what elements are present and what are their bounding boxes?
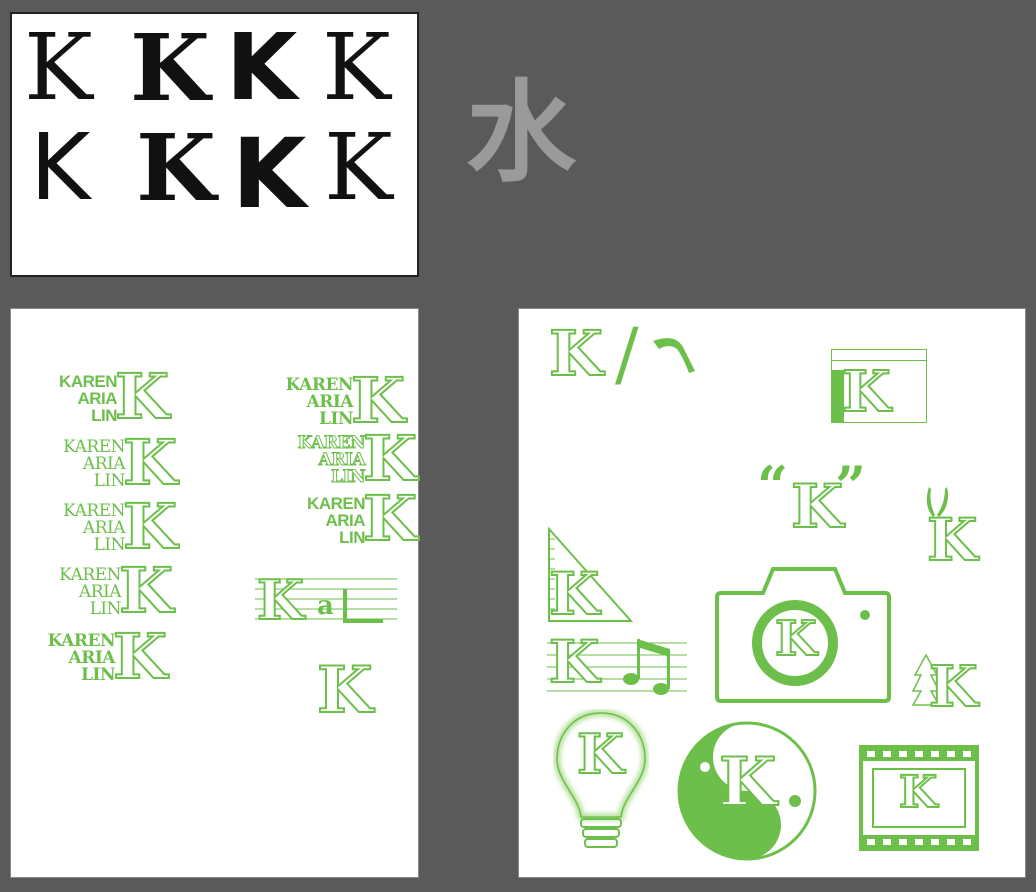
k-study-artboard: K K K K K K K K xyxy=(10,12,419,277)
name-line-lin: LIN xyxy=(89,599,122,619)
artboard-canvas: { "board_k": { "letters": ["K","K","K","… xyxy=(0,0,1036,892)
name-logo-4: KAREN ARIA LIN K xyxy=(39,554,174,627)
logo-k: K xyxy=(122,490,178,563)
lightbulb-k: K xyxy=(576,722,625,786)
k-variant-4: K xyxy=(322,14,391,121)
film-k: K xyxy=(898,767,938,818)
water-kanji: 水 xyxy=(466,69,576,197)
name-logo-1: KAREN ARIA LIN K xyxy=(39,360,170,433)
book-logo: K xyxy=(831,349,927,423)
camera-k: K xyxy=(774,611,818,667)
name-logo-2: KAREN ARIA LIN K xyxy=(39,426,178,499)
icon-logo-artboard: K / K “ K ” K K K K K K K K xyxy=(518,308,1026,878)
quote-close-icon: ” xyxy=(835,454,867,518)
kanji-stroke-icon xyxy=(653,338,695,373)
name-logo-8: KAREN ARIA LIN K xyxy=(289,482,418,555)
name-line-lin: LIN xyxy=(81,665,115,685)
logo-k: K xyxy=(350,364,406,437)
name-line-lin: LIN xyxy=(93,471,126,491)
name-line-lin: LIN xyxy=(91,406,117,425)
name-logo-artboard: KAREN ARIA LIN K KAREN ARIA LIN K KAREN … xyxy=(10,308,419,878)
name-logo-5: KAREN ARIA LIN K xyxy=(29,620,168,693)
name-line-aria: ARIA xyxy=(325,511,365,530)
k-slash-logo-slash: / xyxy=(615,313,639,395)
logo-k: K xyxy=(362,422,418,495)
k-variant-3: K xyxy=(226,14,298,121)
k-variant-8: K xyxy=(324,114,393,221)
name-line-karen: KAREN xyxy=(307,494,365,513)
logo-k: K xyxy=(362,482,418,555)
staff-logo: K a xyxy=(255,571,397,629)
set-square-k: K xyxy=(548,560,600,628)
name-logo-7: KAREN ARIA LIN K xyxy=(281,422,418,495)
k-variant-2: K xyxy=(130,14,210,122)
name-line-lin: LIN xyxy=(339,528,365,547)
logo-k: K xyxy=(112,620,168,693)
name-line-aria: ARIA xyxy=(77,389,117,408)
yin-yang-k: K xyxy=(718,743,777,821)
k-variant-7: K xyxy=(232,118,307,230)
logo-k: K xyxy=(114,360,170,433)
quote-open-icon: “ xyxy=(757,454,789,518)
book-logo-k: K xyxy=(841,359,892,425)
name-line-lin: LIN xyxy=(319,409,353,429)
name-line-lin: LIN xyxy=(93,535,126,555)
tree-k: K xyxy=(928,654,979,720)
single-k-logo: K xyxy=(316,653,374,728)
name-logo-6: KAREN ARIA LIN K xyxy=(279,364,406,437)
name-logo-3: KAREN ARIA LIN K xyxy=(39,490,178,563)
logo-k: K xyxy=(118,554,174,627)
k-variant-5: K xyxy=(30,114,91,221)
logo-k: K xyxy=(122,426,178,499)
name-line-karen: KAREN xyxy=(59,372,117,391)
music-k: K xyxy=(548,628,600,696)
bunny-k: K xyxy=(926,506,978,574)
k-variant-6: K xyxy=(136,114,216,222)
k-slash-logo-k: K xyxy=(548,317,604,390)
k-variant-1: K xyxy=(24,14,93,121)
name-line-lin: LIN xyxy=(331,467,366,487)
staff-a: a xyxy=(317,591,334,621)
staff-k: K xyxy=(256,568,305,632)
